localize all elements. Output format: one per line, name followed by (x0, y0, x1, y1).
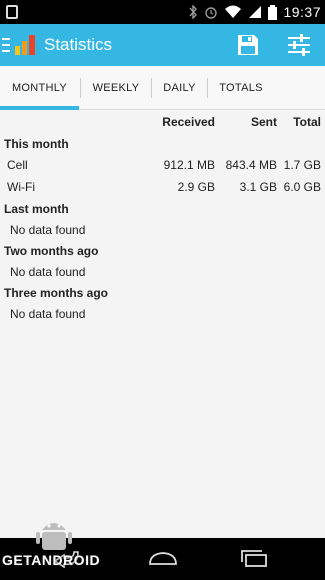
watermark-text: GETANDROID (2, 552, 101, 568)
section-title: Two months ago (0, 241, 325, 261)
cell-total: 1.7 GB (283, 158, 321, 172)
action-bar: Statistics (0, 24, 325, 66)
no-data-text: No data found (10, 223, 86, 237)
alarm-icon (205, 7, 218, 19)
table-header-row: Received Sent Total (0, 112, 325, 132)
empty-row: No data found (0, 220, 325, 240)
tab-totals[interactable]: TOTALS (208, 66, 274, 110)
bluetooth-icon (189, 5, 198, 19)
section-two-months-ago: Two months ago (4, 244, 99, 258)
drawer-menu-icon[interactable] (2, 38, 10, 52)
cell-sent: 3.1 GB (239, 180, 277, 194)
table-row: Wi-Fi 2.9 GB 3.1 GB 6.0 GB (0, 177, 325, 197)
statistics-table: Received Sent Total This month Cell 912.… (0, 110, 325, 324)
empty-row: No data found (0, 262, 325, 282)
section-three-months-ago: Three months ago (4, 286, 109, 300)
cell-sent: 843.4 MB (225, 158, 277, 172)
header-received: Received (162, 115, 215, 129)
page-title: Statistics (44, 35, 113, 54)
settings-tune-icon[interactable] (286, 33, 312, 57)
section-title: This month (0, 134, 325, 154)
recent-apps-icon[interactable] (238, 548, 270, 568)
tab-strip: MONTHLY WEEKLY DAILY TOTALS (0, 66, 325, 110)
home-icon[interactable] (146, 548, 180, 568)
section-last-month: Last month (4, 202, 69, 216)
row-label-wifi: Wi-Fi (7, 180, 35, 194)
header-total: Total (293, 115, 321, 129)
wifi-icon (225, 5, 242, 18)
tab-monthly[interactable]: MONTHLY (0, 66, 79, 110)
no-data-text: No data found (10, 307, 86, 321)
section-title: Last month (0, 199, 325, 219)
save-icon[interactable] (236, 33, 260, 57)
android-robot-icon (36, 523, 72, 550)
image-notification-icon (6, 5, 18, 19)
cell-received: 2.9 GB (177, 180, 215, 194)
row-label-cell: Cell (7, 158, 28, 172)
app-logo-icon[interactable] (14, 32, 38, 56)
cell-received: 912.1 MB (163, 158, 215, 172)
tab-weekly[interactable]: WEEKLY (81, 66, 151, 110)
cell-total: 6.0 GB (283, 180, 321, 194)
status-bar: 19:37 (0, 0, 325, 24)
section-this-month: This month (4, 137, 69, 151)
table-row: Cell 912.1 MB 843.4 MB 1.7 GB (0, 155, 325, 175)
watermark-logo: GETANDROID (2, 516, 114, 576)
battery-icon (268, 4, 278, 20)
tab-daily[interactable]: DAILY (152, 66, 207, 110)
status-icons: 19:37 (188, 0, 321, 24)
empty-row: No data found (0, 304, 325, 324)
clock-time: 19:37 (283, 4, 321, 20)
header-sent: Sent (250, 115, 277, 129)
section-title: Three months ago (0, 283, 325, 303)
no-data-text: No data found (10, 265, 86, 279)
signal-icon (249, 6, 262, 18)
